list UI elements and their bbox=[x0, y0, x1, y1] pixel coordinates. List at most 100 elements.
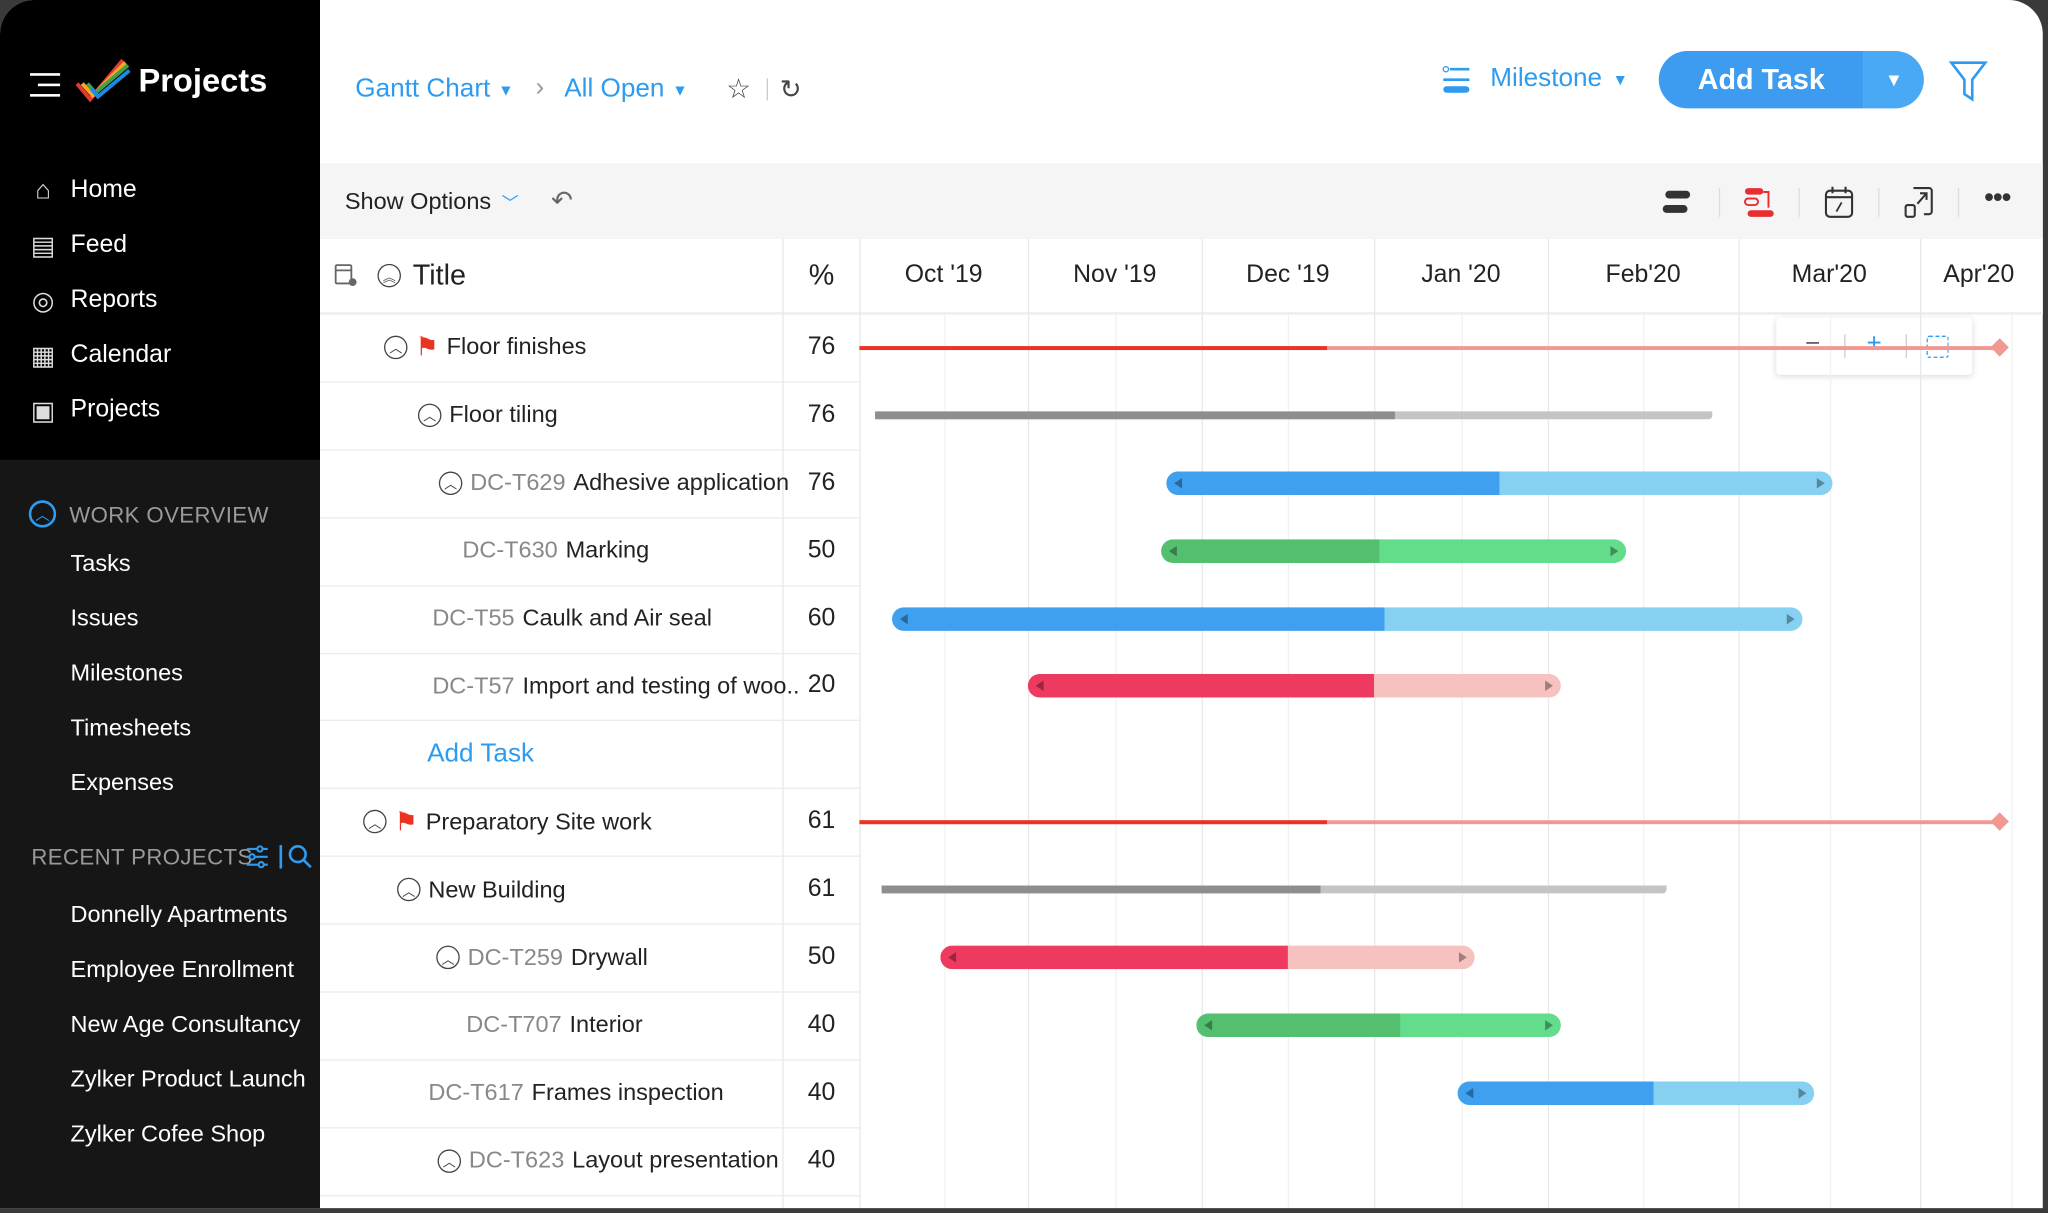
drag-right-handle[interactable] bbox=[1798, 1087, 1807, 1099]
task-title: Adhesive application bbox=[573, 469, 790, 496]
collapse-all-icon[interactable]: ︽ bbox=[377, 263, 401, 288]
add-task-button[interactable]: Add Task bbox=[1658, 50, 1864, 109]
table-row[interactable]: DC-T55 Caulk and Air seal bbox=[432, 599, 712, 638]
percent-column-header[interactable]: % bbox=[784, 259, 860, 293]
percent-cell: 61 bbox=[807, 875, 836, 903]
recent-project-item[interactable]: Employee Enrollment bbox=[71, 956, 314, 983]
table-row[interactable]: ︿ DC-T259 Drywall bbox=[436, 938, 648, 977]
filter-sliders-icon[interactable] bbox=[246, 845, 270, 869]
sidebar-item-projects[interactable]: ▣ Projects bbox=[29, 391, 160, 430]
drag-left-handle[interactable] bbox=[948, 952, 957, 963]
sidebar-item-milestones[interactable]: Milestones bbox=[71, 660, 314, 687]
percent-cell: 61 bbox=[807, 807, 836, 835]
drag-left-handle[interactable] bbox=[1203, 1019, 1212, 1031]
filter-selector-label: All Open bbox=[564, 74, 665, 104]
drag-left-handle[interactable] bbox=[1465, 1087, 1474, 1099]
table-row[interactable]: DC-T707 Interior bbox=[466, 1006, 642, 1045]
collapse-section-icon[interactable]: ︿ bbox=[28, 500, 57, 528]
filter-icon[interactable] bbox=[1948, 60, 1988, 102]
week-gridline bbox=[1114, 314, 1117, 1209]
collapse-row-icon[interactable]: ︿ bbox=[437, 1149, 462, 1173]
caret-down-icon: ▼ bbox=[498, 80, 514, 99]
task-bar[interactable] bbox=[892, 606, 1803, 631]
task-bar[interactable] bbox=[1458, 1081, 1815, 1105]
percent-cell: 60 bbox=[807, 604, 836, 632]
dependency-icon[interactable] bbox=[1742, 185, 1776, 219]
title-column-header[interactable]: Title bbox=[413, 259, 466, 293]
recent-project-item[interactable]: Donnelly Apartments bbox=[71, 901, 314, 928]
sidebar-item-home[interactable]: ⌂ Home bbox=[29, 171, 137, 210]
table-row[interactable]: ︿ ⚑ Preparatory Site work bbox=[363, 802, 652, 841]
filter-selector[interactable]: All Open ▼ bbox=[564, 74, 688, 104]
column-divider bbox=[859, 239, 861, 1209]
expand-icon[interactable] bbox=[1903, 185, 1934, 219]
collapse-bars-icon[interactable] bbox=[1661, 187, 1692, 218]
task-bar[interactable] bbox=[940, 945, 1475, 970]
collapse-row-icon[interactable]: ︿ bbox=[363, 810, 387, 834]
calendar-icon[interactable] bbox=[1823, 185, 1854, 219]
drag-right-handle[interactable] bbox=[1610, 545, 1619, 556]
task-bar[interactable] bbox=[1166, 471, 1833, 495]
sidebar-item-reports[interactable]: ◎ Reports bbox=[29, 281, 158, 320]
sidebar-item-timesheets[interactable]: Timesheets bbox=[71, 714, 314, 741]
collapse-row-icon[interactable]: ︿ bbox=[436, 945, 460, 970]
briefcase-icon: ▣ bbox=[30, 396, 56, 426]
row-divider bbox=[319, 516, 860, 519]
table-row[interactable]: DC-T630 Marking bbox=[462, 531, 649, 570]
more-options-icon[interactable]: ••• bbox=[1984, 180, 2012, 214]
sidebar-item-tasks[interactable]: Tasks bbox=[71, 550, 314, 577]
drag-left-handle[interactable] bbox=[1168, 545, 1177, 556]
view-selector[interactable]: Gantt Chart ▼ bbox=[355, 74, 513, 104]
sidebar-item-issues[interactable]: Issues bbox=[71, 605, 314, 632]
search-icon[interactable] bbox=[287, 844, 313, 870]
drag-right-handle[interactable] bbox=[1816, 477, 1825, 489]
table-row[interactable]: ︿ New Building bbox=[397, 870, 566, 909]
summary-progress bbox=[875, 411, 1395, 420]
recent-project-item[interactable]: Zylker Cofee Shop bbox=[71, 1121, 314, 1148]
table-row[interactable]: ︿ ⚑ Floor finishes bbox=[383, 328, 586, 367]
task-title: Layout presentation bbox=[572, 1147, 779, 1174]
table-row[interactable]: DC-T57 Import and testing of woo.. bbox=[432, 667, 799, 706]
collapse-row-icon[interactable]: ︿ bbox=[417, 403, 442, 427]
column-settings-icon[interactable] bbox=[334, 264, 358, 288]
add-task-dropdown-button[interactable]: ▼ bbox=[1863, 50, 1924, 109]
milestone-diamond-icon[interactable] bbox=[1989, 338, 2009, 357]
sidebar-item-calendar[interactable]: ▦ Calendar bbox=[29, 336, 172, 375]
milestone-diamond-icon[interactable] bbox=[1989, 812, 2009, 832]
zoom-in-button[interactable]: + bbox=[1866, 329, 1881, 359]
table-row[interactable]: ︿ DC-T623 Layout presentation bbox=[437, 1141, 779, 1180]
collapse-row-icon[interactable]: ︿ bbox=[438, 471, 463, 495]
recent-project-item[interactable]: Zylker Product Launch bbox=[71, 1066, 314, 1093]
zoom-out-button[interactable]: − bbox=[1805, 329, 1820, 359]
drag-right-handle[interactable] bbox=[1545, 681, 1554, 692]
add-task-link[interactable]: Add Task bbox=[427, 734, 534, 773]
collapse-row-icon[interactable]: ︿ bbox=[397, 877, 421, 902]
collapse-row-icon[interactable]: ︿ bbox=[383, 335, 408, 360]
show-options-button[interactable]: Show Options ﹀ bbox=[345, 188, 519, 215]
table-row[interactable]: ︿ Floor tiling bbox=[417, 396, 558, 435]
table-row[interactable]: ︿ DC-T629 Adhesive application bbox=[438, 463, 790, 502]
month-label: Jan '20 bbox=[1421, 261, 1501, 289]
task-bar[interactable] bbox=[1027, 674, 1561, 699]
month-gridline bbox=[1201, 239, 1203, 1209]
row-divider bbox=[319, 787, 860, 790]
drag-right-handle[interactable] bbox=[1459, 952, 1468, 963]
drag-right-handle[interactable] bbox=[1787, 613, 1795, 624]
recent-project-item[interactable]: New Age Consultancy bbox=[71, 1011, 314, 1038]
drag-left-handle[interactable] bbox=[1174, 477, 1183, 489]
table-row[interactable]: DC-T617 Frames inspection bbox=[428, 1073, 723, 1112]
task-id: DC-T55 bbox=[432, 604, 515, 631]
drag-left-handle[interactable] bbox=[1035, 681, 1044, 692]
group-by-selector[interactable]: Milestone ▼ bbox=[1490, 64, 1628, 94]
task-bar[interactable] bbox=[1195, 1013, 1561, 1037]
task-progress bbox=[1458, 1081, 1655, 1105]
refresh-icon[interactable]: ↻ bbox=[780, 73, 802, 106]
drag-right-handle[interactable] bbox=[1545, 1019, 1554, 1031]
task-bar[interactable] bbox=[1161, 538, 1627, 563]
undo-icon[interactable]: ↶ bbox=[551, 184, 573, 217]
star-icon[interactable]: ☆ bbox=[726, 73, 751, 106]
drag-left-handle[interactable] bbox=[899, 613, 908, 624]
sidebar-item-expenses[interactable]: Expenses bbox=[71, 769, 314, 796]
hamburger-menu-icon[interactable] bbox=[30, 73, 61, 97]
sidebar-item-feed[interactable]: ▤ Feed bbox=[29, 226, 127, 265]
